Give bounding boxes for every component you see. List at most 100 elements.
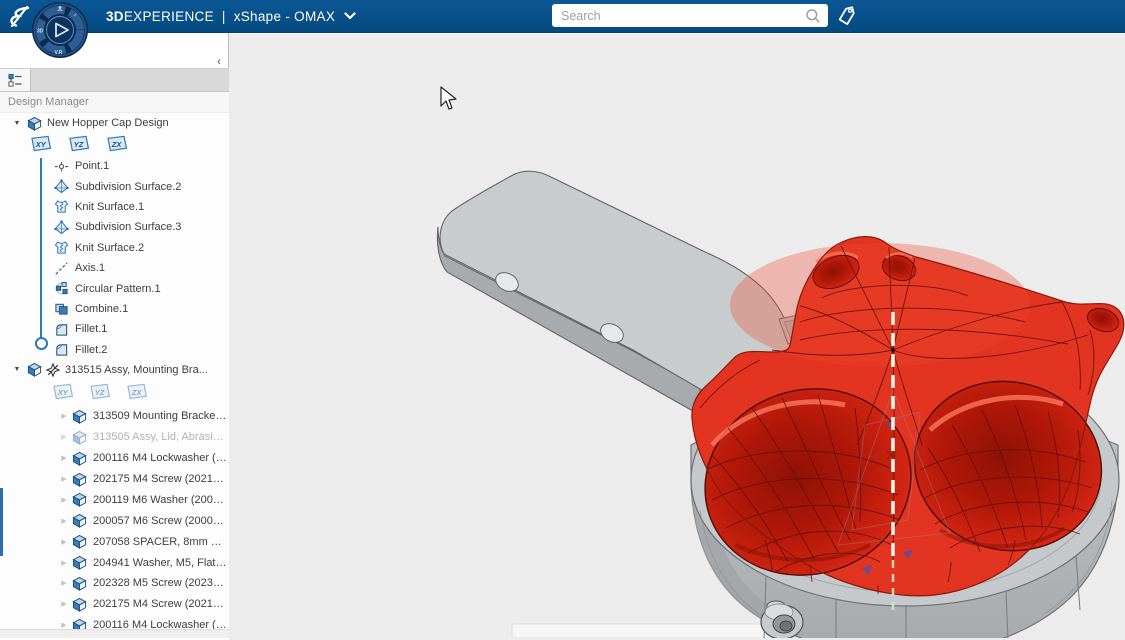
fillet-icon (54, 342, 69, 357)
part-icon (27, 362, 42, 377)
search-input[interactable] (552, 4, 828, 27)
tree-item-207058-spacer-8mm-od[interactable]: ▶ 207058 SPACER, 8mm OD... (0, 531, 229, 552)
plane-icons-row: XY YZ ZX (0, 380, 229, 406)
tree-item-200057-m6-screw-200057[interactable]: ▶ 200057 M6 Screw (200057 ... (0, 510, 229, 531)
tree-item-knit-surface-1[interactable]: Knit Surface.1 (0, 197, 229, 217)
caret-right-icon[interactable]: ▶ (58, 454, 72, 462)
caret-right-icon[interactable]: ▶ (58, 517, 72, 525)
plane-icon-yz[interactable]: YZ (87, 383, 112, 403)
tree-item-subdivision-surface-3[interactable]: Subdivision Surface.3 (0, 217, 229, 237)
part-icon (72, 409, 87, 424)
caret-right-icon[interactable]: ▶ (58, 600, 72, 608)
caret-down-icon[interactable]: ▼ (10, 366, 24, 373)
tree-item-200116-m4-lockwasher-20[interactable]: ▶200116 M4 Lockwasher (20... (0, 615, 229, 630)
plane-icon-xy[interactable]: XY (28, 135, 53, 155)
plane-icon-yz[interactable]: YZ (66, 135, 91, 155)
caret-right-icon[interactable]: ▶ (58, 579, 72, 587)
tree-item-label: 202175 M4 Screw (202175 ... (93, 598, 229, 610)
tree-connector-line (40, 158, 42, 340)
chevron-down-icon[interactable] (344, 12, 356, 20)
tree-item-202328-m5-screw-202328[interactable]: ▶ 202328 M5 Screw (202328 ... (0, 573, 229, 594)
svg-text:ZX: ZX (111, 139, 123, 148)
part-icon (72, 472, 87, 487)
tree-item-point-1[interactable]: Point.1 (0, 156, 229, 176)
3d-compass[interactable]: 3D V.R (31, 1, 89, 64)
tree-item-label: 313505 Assy, Lid, Abrasive ... (93, 431, 229, 443)
search-box[interactable] (552, 4, 828, 27)
tree-item-label: Combine.1 (75, 303, 128, 315)
subdiv-icon (54, 179, 69, 194)
tree-item-200116-m4-lockwasher-20[interactable]: ▶200116 M4 Lockwasher (20... (0, 448, 229, 469)
part-icon (27, 116, 42, 131)
tree-item-new-hopper-cap-design[interactable]: ▼ New Hopper Cap Design (0, 113, 229, 133)
caret-right-icon[interactable]: ▶ (58, 433, 72, 441)
plane-icon-xy[interactable]: XY (50, 383, 75, 403)
tree-item-axis-1[interactable]: Axis.1 (0, 258, 229, 278)
collapse-panel-icon[interactable]: ‹ (217, 54, 221, 68)
fillet-icon (54, 322, 69, 337)
knit-icon (54, 199, 69, 214)
tree-item-label: Axis.1 (75, 262, 105, 274)
tree-item-202175-m4-screw-202175[interactable]: ▶ 202175 M4 Screw (202175 ... (0, 469, 229, 490)
caret-right-icon[interactable]: ▶ (58, 559, 72, 567)
tree-item-202175-m4-screw-202175[interactable]: ▶ 202175 M4 Screw (202175 ... (0, 594, 229, 615)
caret-right-icon[interactable]: ▶ (58, 412, 72, 420)
panel-title: Design Manager (0, 92, 229, 113)
feature-tree: ▼ New Hopper Cap Design XY YZ ZX Point.1 Subdi… (0, 113, 229, 630)
broken-compass-icon (46, 363, 60, 377)
caret-right-icon[interactable]: ▶ (58, 475, 72, 483)
tree-item-204941-washer-m5-flat-s[interactable]: ▶204941 Washer, M5, Flat, S... (0, 552, 229, 573)
svg-text:3D: 3D (37, 29, 44, 35)
panel-footer (0, 629, 229, 638)
tree-item-label: Subdivision Surface.2 (75, 181, 181, 193)
tree-item-label: New Hopper Cap Design (47, 117, 169, 129)
tree-item-label: 200119 M6 Washer (20011... (93, 494, 229, 506)
caret-right-icon[interactable]: ▶ (58, 538, 72, 546)
3d-scene (229, 34, 1125, 638)
tree-item-combine-1[interactable]: Combine.1 (0, 299, 229, 319)
part-icon (72, 492, 87, 507)
design-manager-panel: ‹ Design Manager ▼ New Hopper Cap Design X… (0, 32, 229, 638)
tree-item-label: Subdivision Surface.3 (75, 221, 181, 233)
tree-item-knit-surface-2[interactable]: Knit Surface.2 (0, 238, 229, 258)
svg-text:YZ: YZ (95, 388, 105, 397)
brand-divider: | (222, 9, 226, 24)
tree-item-label: 202175 M4 Screw (202175 ... (93, 473, 229, 485)
tree-item-313505-assy-lid-abrasive[interactable]: ▶ 313505 Assy, Lid, Abrasive ... (0, 427, 229, 448)
tree-item-label: Point.1 (75, 160, 109, 172)
tree-item-circular-pattern-1[interactable]: Circular Pattern.1 (0, 278, 229, 298)
tag-icon[interactable] (836, 5, 859, 33)
plane-icon-zx[interactable]: ZX (104, 135, 129, 155)
caret-right-icon[interactable]: ▶ (58, 496, 72, 504)
brand-3dexperience: 3DEXPERIENCE (106, 9, 214, 24)
insert-marker[interactable] (35, 337, 48, 350)
svg-text:V.R: V.R (55, 50, 63, 56)
tree-item-313509-mounting-bracket[interactable]: ▶313509 Mounting Bracket, ... (0, 406, 229, 427)
dassault-systemes-logo (6, 4, 32, 35)
tree-item-label: 200057 M6 Screw (200057 ... (93, 515, 229, 527)
tree-structure-icon (8, 73, 23, 88)
axis-icon (54, 261, 69, 276)
tree-item-subdivision-surface-2[interactable]: Subdivision Surface.2 (0, 176, 229, 196)
tree-item-label: 207058 SPACER, 8mm OD... (93, 536, 229, 548)
tree-item-200119-m6-washer-20011[interactable]: ▶ 200119 M6 Washer (20011... (0, 489, 229, 510)
app-title[interactable]: xShape - OMAX (234, 9, 335, 24)
tree-item-fillet-1[interactable]: Fillet.1 (0, 319, 229, 339)
tree-item-label: Circular Pattern.1 (75, 283, 161, 295)
plane-icon-zx[interactable]: ZX (124, 383, 149, 403)
search-icon[interactable] (805, 8, 821, 29)
tree-item-label: 202328 M5 Screw (202328 ... (93, 577, 229, 589)
3d-viewport[interactable] (229, 32, 1125, 640)
part-icon (72, 451, 87, 466)
tree-item-313515-assy-mounting-bra[interactable]: ▼ 313515 Assy, Mounting Bra... (0, 360, 229, 380)
caret-down-icon[interactable]: ▼ (10, 120, 24, 127)
svg-text:XY: XY (57, 388, 69, 397)
tree-item-label: Knit Surface.2 (75, 242, 144, 254)
circular-pattern-icon (54, 281, 69, 296)
panel-scroll-indicator[interactable] (0, 488, 3, 556)
combine-icon (54, 301, 69, 316)
tab-design-manager[interactable] (0, 69, 31, 91)
tree-item-label: 313515 Assy, Mounting Bra... (65, 364, 208, 376)
knit-icon (54, 240, 69, 255)
part-icon (72, 513, 87, 528)
